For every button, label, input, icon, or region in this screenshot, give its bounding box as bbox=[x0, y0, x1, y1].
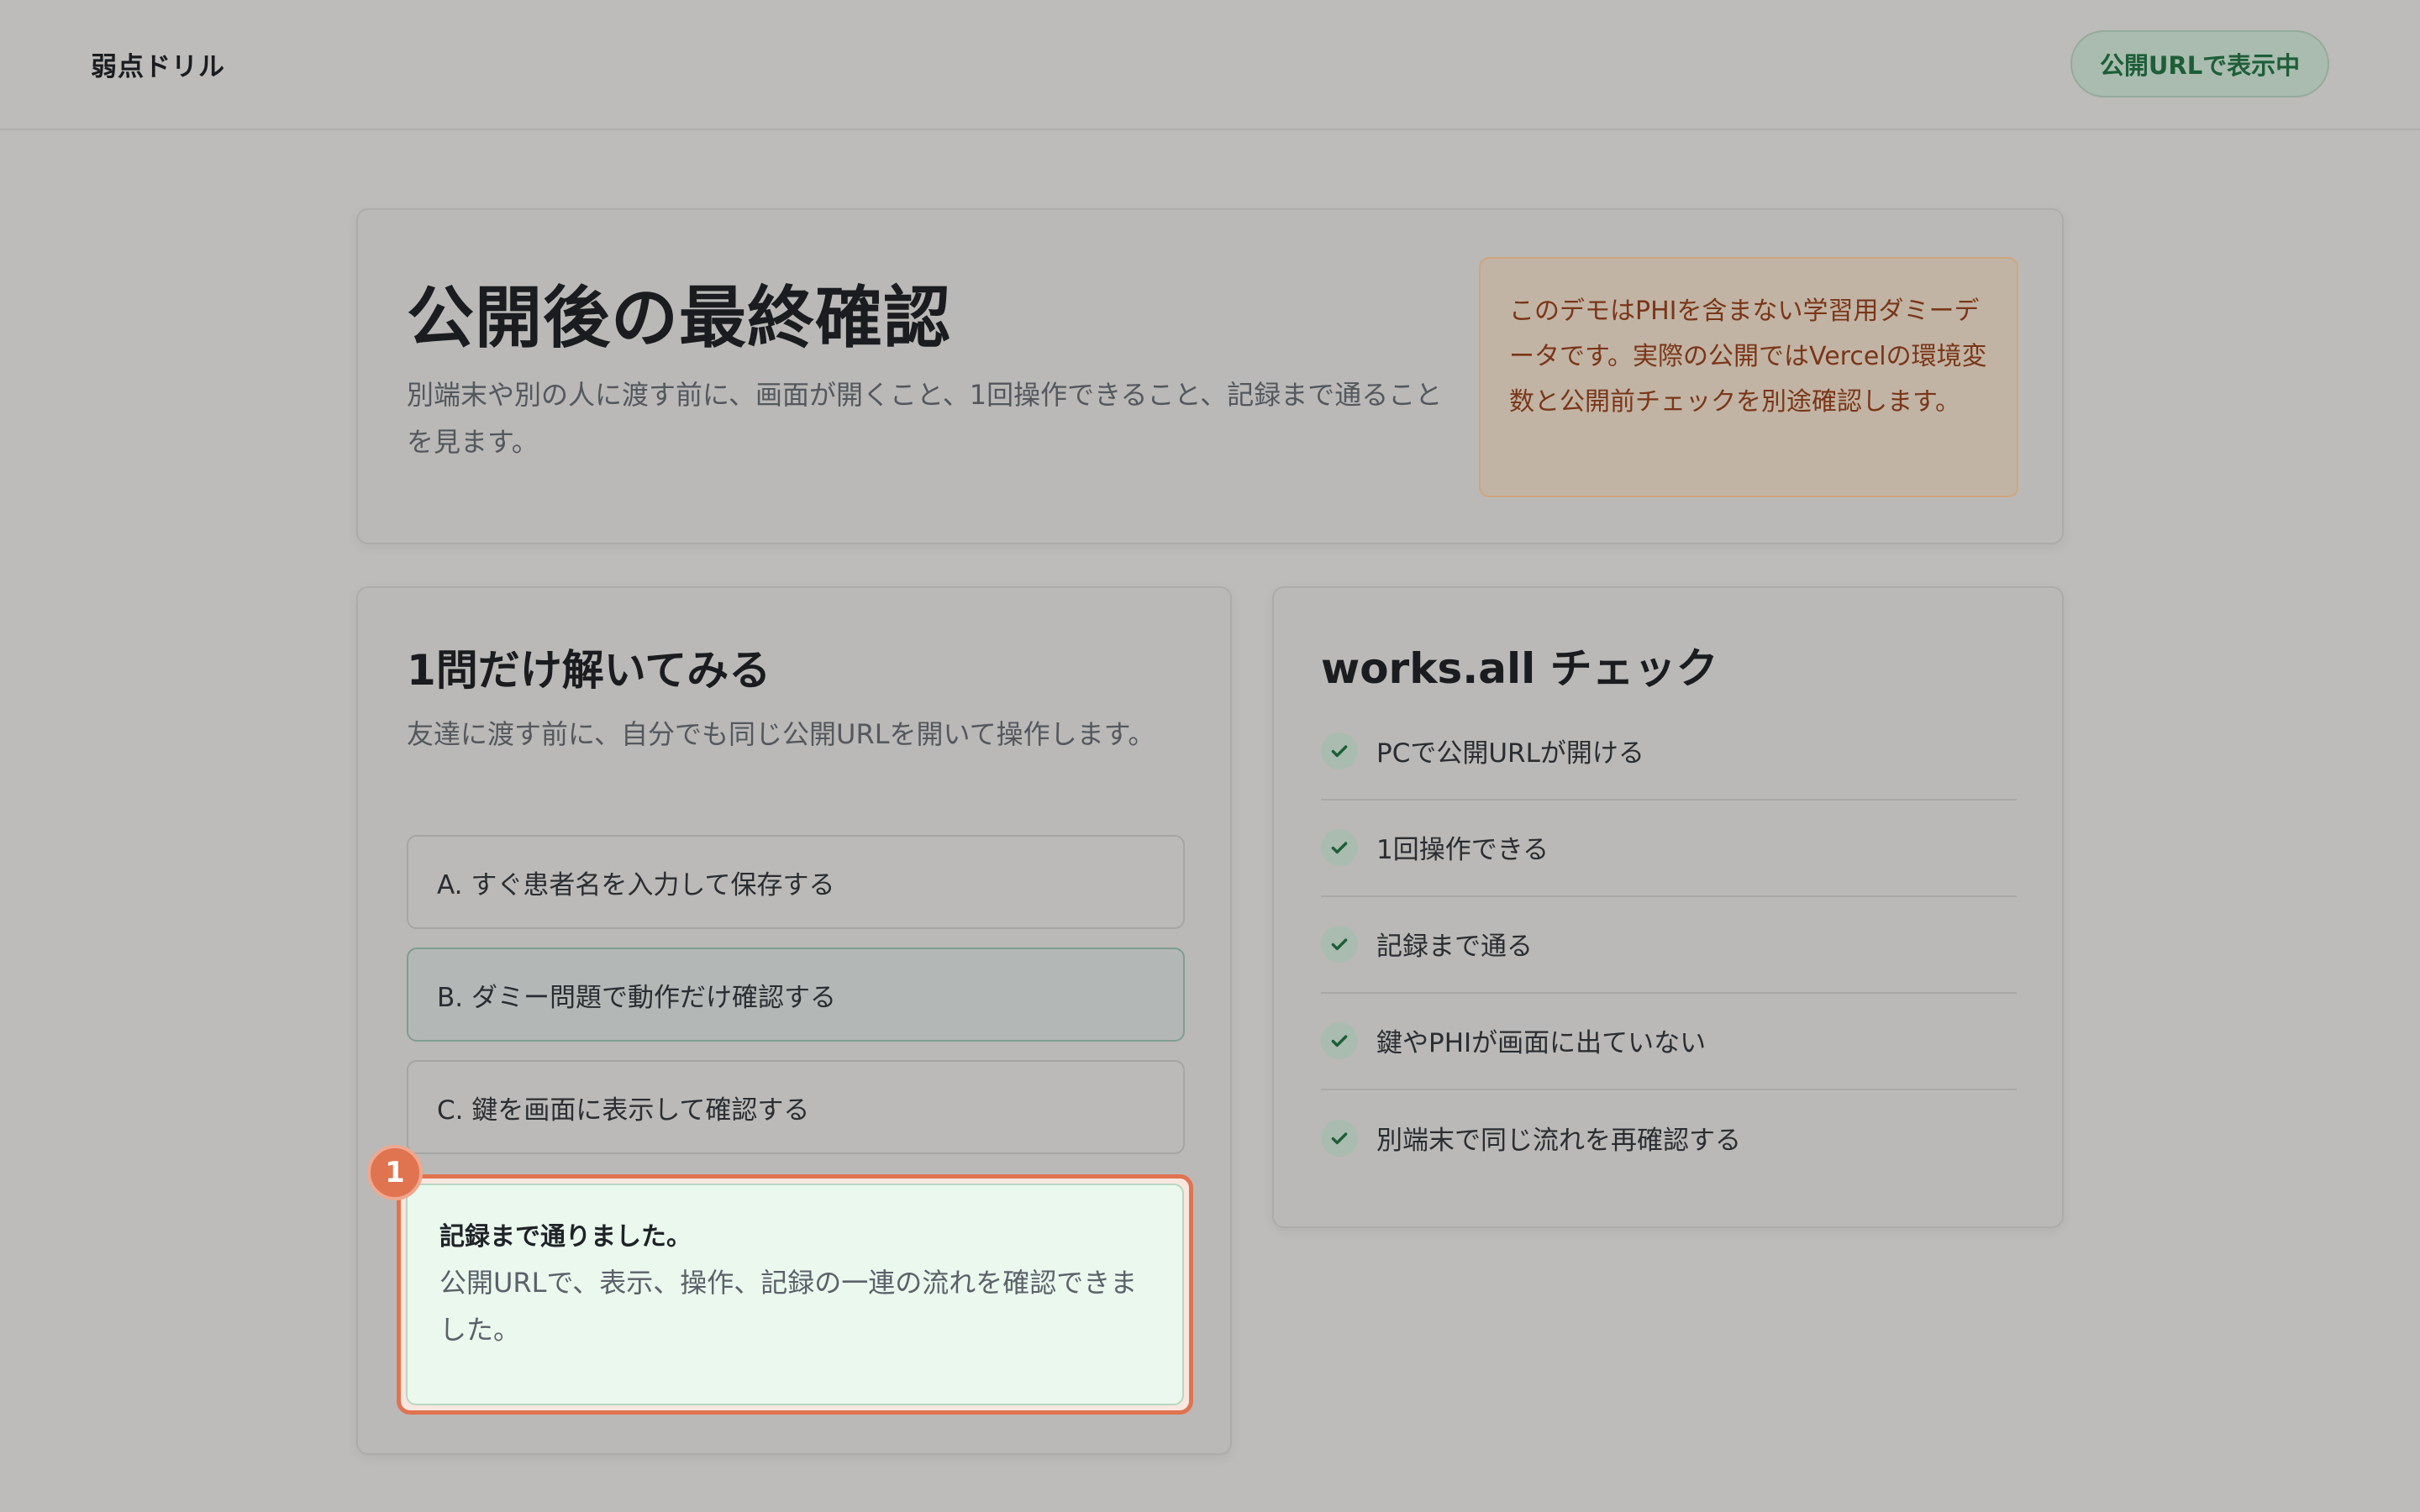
checklist: PCで公開URLが開ける 1回操作できる 記録まで通る 鍵やPHIが画面に出てい… bbox=[1321, 704, 2017, 1187]
check-icon bbox=[1321, 828, 1358, 866]
result-message: 記録まで通りました。 公開URLで、表示、操作、記録の一連の流れを確認できました… bbox=[406, 1184, 1184, 1405]
dummy-data-notice: このデモはPHIを含まない学習用ダミーデータです。実際の公開ではVercelの環… bbox=[1479, 257, 2018, 497]
check-icon bbox=[1321, 1021, 1358, 1059]
top-bar: 弱点ドリル 公開URLで表示中 bbox=[0, 0, 2420, 130]
final-check-card: 公開後の最終確認 別端末や別の人に渡す前に、画面が開くこと、1回操作できること、… bbox=[356, 208, 2064, 544]
checklist-item-label: 鍵やPHIが画面に出ていない bbox=[1376, 1028, 1707, 1058]
checklist-item-label: PCで公開URLが開ける bbox=[1376, 738, 1644, 769]
checklist-item-label: 別端末で同じ流れを再確認する bbox=[1376, 1126, 1741, 1156]
list-item: 記録まで通る bbox=[1321, 895, 2017, 994]
checklist-card: works.all チェック PCで公開URLが開ける 1回操作できる 記録まで… bbox=[1272, 586, 2064, 1228]
page-title: 公開後の最終確認 bbox=[407, 279, 951, 357]
result-highlight: 記録まで通りました。 公開URLで、表示、操作、記録の一連の流れを確認できました… bbox=[397, 1174, 1193, 1415]
public-url-status-badge: 公開URLで表示中 bbox=[2070, 30, 2329, 97]
list-item: 鍵やPHIが画面に出ていない bbox=[1321, 992, 2017, 1090]
check-icon bbox=[1321, 925, 1358, 963]
page-description: 別端末や別の人に渡す前に、画面が開くこと、1回操作できること、記録まで通ることを… bbox=[407, 379, 1443, 458]
quiz-title: 1問だけ解いてみる bbox=[407, 646, 771, 695]
answer-option-c[interactable]: C. 鍵を画面に表示して確認する bbox=[407, 1060, 1185, 1154]
checklist-item-label: 1回操作できる bbox=[1376, 835, 1549, 865]
answer-option-a[interactable]: A. すぐ患者名を入力して保存する bbox=[407, 835, 1185, 929]
quiz-description: 友達に渡す前に、自分でも同じ公開URLを開いて操作します。 bbox=[407, 718, 1155, 750]
step-number-badge: 1 bbox=[367, 1145, 423, 1200]
answer-option-b[interactable]: B. ダミー問題で動作だけ確認する bbox=[407, 948, 1185, 1042]
check-icon bbox=[1321, 732, 1358, 769]
checklist-item-label: 記録まで通る bbox=[1376, 932, 1533, 962]
list-item: 別端末で同じ流れを再確認する bbox=[1321, 1089, 2017, 1187]
list-item: 1回操作できる bbox=[1321, 799, 2017, 897]
result-title: 記録まで通りました。 bbox=[439, 1222, 692, 1252]
checklist-title: works.all チェック bbox=[1321, 644, 1718, 693]
check-icon bbox=[1321, 1119, 1358, 1157]
app-logo[interactable]: 弱点ドリル bbox=[91, 45, 225, 83]
result-description: 公開URLで、表示、操作、記録の一連の流れを確認できました。 bbox=[439, 1267, 1138, 1346]
list-item: PCで公開URLが開ける bbox=[1321, 702, 2017, 801]
